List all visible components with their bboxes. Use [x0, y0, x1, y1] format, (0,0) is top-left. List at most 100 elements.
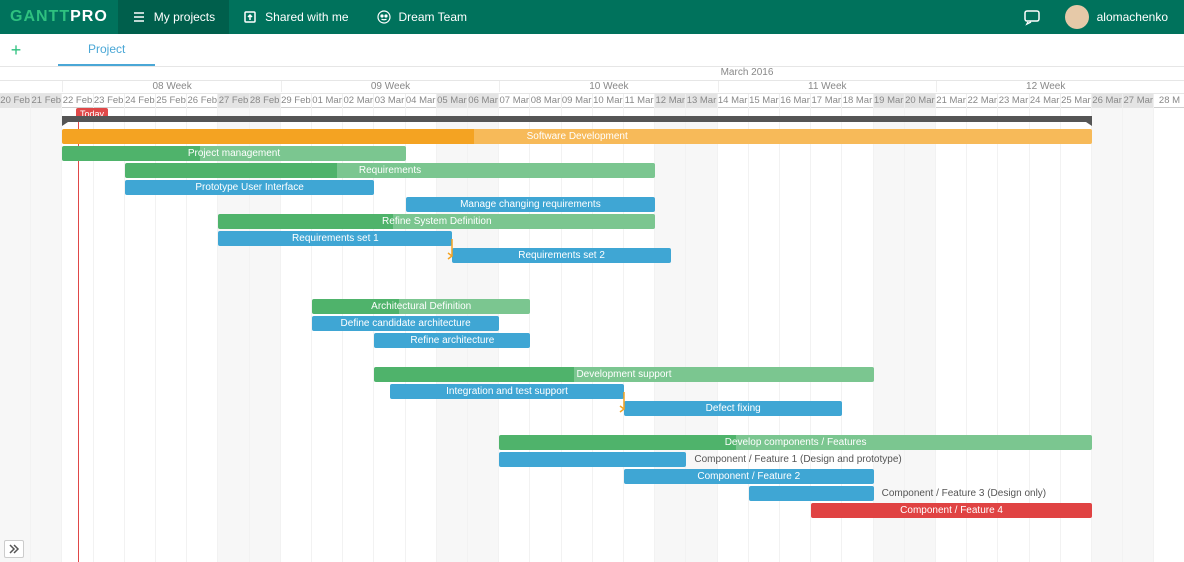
- week-label: 10 Week: [499, 81, 717, 92]
- grid-column: [686, 108, 717, 562]
- grid-column: [1092, 108, 1123, 562]
- day-cell: 24 Feb: [125, 94, 156, 108]
- day-cell: 26 Feb: [187, 94, 218, 108]
- day-cell: 21 Mar: [936, 94, 967, 108]
- day-cell: 25 Feb: [156, 94, 187, 108]
- gantt-bar[interactable]: Component / Feature 4: [811, 503, 1092, 518]
- gantt-bar[interactable]: Manage changing requirements: [406, 197, 656, 212]
- top-bar: GANTTPRO My projects Shared with me Drea…: [0, 0, 1184, 34]
- day-cell: 07 Mar: [499, 94, 530, 108]
- timeline-header: March 2016 08 Week09 Week10 Week11 Week1…: [0, 67, 1184, 108]
- today-line: [78, 108, 79, 562]
- gantt-bar[interactable]: Development support: [374, 367, 873, 382]
- day-cell: 15 Mar: [749, 94, 780, 108]
- day-cell: 29 Feb: [281, 94, 312, 108]
- message-icon: [1023, 8, 1041, 26]
- gantt-bar[interactable]: Define candidate architecture: [312, 316, 499, 331]
- gantt-bar[interactable]: Requirements set 2: [452, 248, 670, 263]
- grid-column: [0, 108, 31, 562]
- day-row: 20 Feb21 Feb22 Feb23 Feb24 Feb25 Feb26 F…: [0, 94, 1184, 108]
- grid-column: [1154, 108, 1184, 562]
- logo[interactable]: GANTTPRO: [0, 0, 118, 34]
- tab-project[interactable]: Project: [58, 34, 155, 66]
- plus-icon: +: [11, 40, 22, 61]
- tab-label: Project: [88, 42, 125, 56]
- day-cell: 20 Mar: [905, 94, 936, 108]
- day-cell: 26 Mar: [1092, 94, 1123, 108]
- day-cell: 09 Mar: [562, 94, 593, 108]
- week-label: 08 Week: [62, 81, 280, 92]
- grid-column: [94, 108, 125, 562]
- messages-button[interactable]: [1023, 8, 1041, 26]
- day-cell: 16 Mar: [780, 94, 811, 108]
- day-cell: 27 Mar: [1123, 94, 1154, 108]
- day-cell: 13 Mar: [686, 94, 717, 108]
- gantt-bar[interactable]: Refine architecture: [374, 333, 530, 348]
- gantt-bar[interactable]: [499, 452, 686, 467]
- grid-column: [1123, 108, 1154, 562]
- share-icon: [243, 10, 257, 24]
- day-cell: 06 Mar: [468, 94, 499, 108]
- day-cell: 25 Mar: [1061, 94, 1092, 108]
- grid-column: [31, 108, 62, 562]
- tab-strip: + Project: [0, 34, 1184, 67]
- gantt-bar[interactable]: Defect fixing: [624, 401, 842, 416]
- day-cell: 18 Mar: [842, 94, 873, 108]
- nav-team[interactable]: Dream Team: [363, 0, 481, 34]
- team-icon: [377, 10, 391, 24]
- day-cell: 24 Mar: [1030, 94, 1061, 108]
- gantt-bar[interactable]: Project management: [62, 146, 405, 161]
- gantt-bar-label: Component / Feature 3 (Design only): [882, 486, 1047, 501]
- day-cell: 08 Mar: [530, 94, 561, 108]
- avatar: [1065, 5, 1089, 29]
- day-cell: 22 Mar: [967, 94, 998, 108]
- day-cell: 05 Mar: [437, 94, 468, 108]
- gantt-bar[interactable]: [749, 486, 874, 501]
- gantt-bar[interactable]: Prototype User Interface: [125, 180, 375, 195]
- day-cell: 28 Feb: [250, 94, 281, 108]
- gantt-bar[interactable]: Refine System Definition: [218, 214, 655, 229]
- day-cell: 19 Mar: [874, 94, 905, 108]
- day-cell: 21 Feb: [31, 94, 62, 108]
- nav-label: My projects: [154, 10, 215, 24]
- user-menu[interactable]: alomachenko: [1051, 0, 1184, 34]
- nav-label: Dream Team: [399, 10, 467, 24]
- day-cell: 20 Feb: [0, 94, 31, 108]
- username: alomachenko: [1097, 10, 1168, 24]
- day-cell: 17 Mar: [811, 94, 842, 108]
- day-cell: 04 Mar: [406, 94, 437, 108]
- gantt-bar[interactable]: Develop components / Features: [499, 435, 1092, 450]
- gantt-bar[interactable]: Requirements: [125, 163, 655, 178]
- day-cell: 12 Mar: [655, 94, 686, 108]
- gantt-bar-label: Component / Feature 1 (Design and protot…: [694, 452, 901, 467]
- nav-label: Shared with me: [265, 10, 348, 24]
- expand-sidebar-button[interactable]: [4, 540, 24, 558]
- nav-my-projects[interactable]: My projects: [118, 0, 229, 34]
- gantt-bar[interactable]: Architectural Definition: [312, 299, 530, 314]
- day-cell: 22 Feb: [62, 94, 93, 108]
- day-cell: 23 Mar: [998, 94, 1029, 108]
- nav-shared[interactable]: Shared with me: [229, 0, 362, 34]
- list-icon: [132, 10, 146, 24]
- month-label: March 2016: [310, 67, 1184, 78]
- day-cell: 11 Mar: [624, 94, 655, 108]
- day-cell: 23 Feb: [94, 94, 125, 108]
- day-cell: 27 Feb: [218, 94, 249, 108]
- gantt-bar[interactable]: Integration and test support: [390, 384, 624, 399]
- gantt-chart[interactable]: TodaySoftware DevelopmentProject managem…: [0, 108, 1184, 562]
- gantt-bar[interactable]: Requirements set 1: [218, 231, 452, 246]
- day-cell: 28 M: [1154, 94, 1184, 108]
- day-cell: 14 Mar: [718, 94, 749, 108]
- day-cell: 02 Mar: [343, 94, 374, 108]
- project-scope-bar[interactable]: [62, 116, 1092, 122]
- add-tab-button[interactable]: +: [4, 34, 28, 66]
- week-row: 08 Week09 Week10 Week11 Week12 Week: [0, 81, 1184, 94]
- day-cell: 01 Mar: [312, 94, 343, 108]
- day-cell: 03 Mar: [374, 94, 405, 108]
- gantt-bar[interactable]: Software Development: [62, 129, 1092, 144]
- month-row: March 2016: [0, 67, 1184, 81]
- grid-column: [718, 108, 749, 562]
- logo-text-b: PRO: [70, 8, 108, 26]
- grid-column: [655, 108, 686, 562]
- gantt-bar[interactable]: Component / Feature 2: [624, 469, 874, 484]
